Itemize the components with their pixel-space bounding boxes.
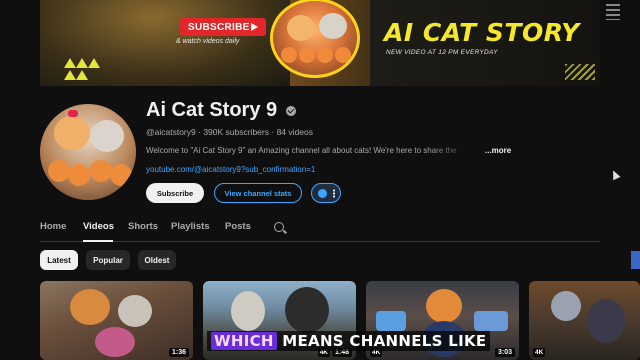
channel-link[interactable]: youtube.com/@aicatstory9?sub_confirmatio… <box>146 165 315 174</box>
decor-stripes <box>565 64 595 80</box>
mouse-cursor-icon <box>609 168 621 181</box>
banner-cat-logo <box>270 0 360 78</box>
banner-title: AI CAT STORY <box>384 18 580 47</box>
channel-meta: @aicatstory9 · 390K subscribers · 84 vid… <box>146 127 313 137</box>
side-panel-tab[interactable] <box>631 251 640 269</box>
tab-playlists[interactable]: Playlists <box>171 221 210 232</box>
video-count: 84 videos <box>276 127 313 137</box>
filter-oldest[interactable]: Oldest <box>138 250 176 270</box>
tab-shorts[interactable]: Shorts <box>128 221 158 232</box>
video-thumbnail[interactable]: 1:36 <box>40 281 193 360</box>
decor-triangle <box>76 58 88 68</box>
video-duration: 1:36 <box>168 348 189 357</box>
4k-badge: 4K <box>533 348 546 357</box>
filter-latest[interactable]: Latest <box>40 250 78 270</box>
tab-home[interactable]: Home <box>40 221 66 232</box>
decor-triangle <box>76 70 88 80</box>
search-icon[interactable] <box>274 222 284 232</box>
active-tab-indicator <box>83 240 113 242</box>
verified-check-icon <box>286 106 296 116</box>
banner-subtitle: NEW VIDEO AT 12 PM EVERYDAY <box>386 49 498 56</box>
banner-subscribe-text: SUBSCRIBE <box>188 21 250 33</box>
channel-description[interactable]: Welcome to "Ai Cat Story 9" an Amazing c… <box>146 146 476 155</box>
banner-subscribe-badge: SUBSCRIBE <box>180 18 266 36</box>
video-duration: 3:03 <box>494 348 515 357</box>
banner-watch-daily: & watch videos daily <box>176 38 240 45</box>
subtitle-caption: WHICH MEANS CHANNELS LIKE <box>207 331 491 351</box>
video-icon <box>318 189 327 198</box>
three-dots-icon <box>333 189 335 198</box>
channel-tabs: Home Videos Shorts Playlists Posts <box>40 218 600 242</box>
caption-highlight: WHICH <box>211 332 277 350</box>
channel-options-button[interactable] <box>311 183 341 203</box>
channel-name: Ai Cat Story 9 <box>146 99 278 121</box>
caption-text: MEANS CHANNELS LIKE <box>276 332 487 350</box>
description-more-link[interactable]: ...more <box>485 146 511 155</box>
channel-handle: @aicatstory9 <box>146 127 196 137</box>
channel-avatar[interactable] <box>40 104 136 200</box>
decor-triangle <box>64 70 76 80</box>
tab-videos[interactable]: Videos <box>83 221 114 232</box>
decor-triangle <box>64 58 76 68</box>
play-icon <box>251 23 258 31</box>
tab-posts[interactable]: Posts <box>225 221 251 232</box>
view-channel-stats-button[interactable]: View channel stats <box>214 183 302 203</box>
subscriber-count: 390K subscribers <box>203 127 269 137</box>
subscribe-button[interactable]: Subscribe <box>146 183 204 203</box>
channel-banner: SUBSCRIBE & watch videos daily AI CAT ST… <box>40 0 600 86</box>
decor-triangle <box>88 58 100 68</box>
filter-popular[interactable]: Popular <box>86 250 130 270</box>
menu-lines-icon <box>606 4 620 20</box>
video-thumbnail[interactable]: 4K <box>529 281 640 360</box>
